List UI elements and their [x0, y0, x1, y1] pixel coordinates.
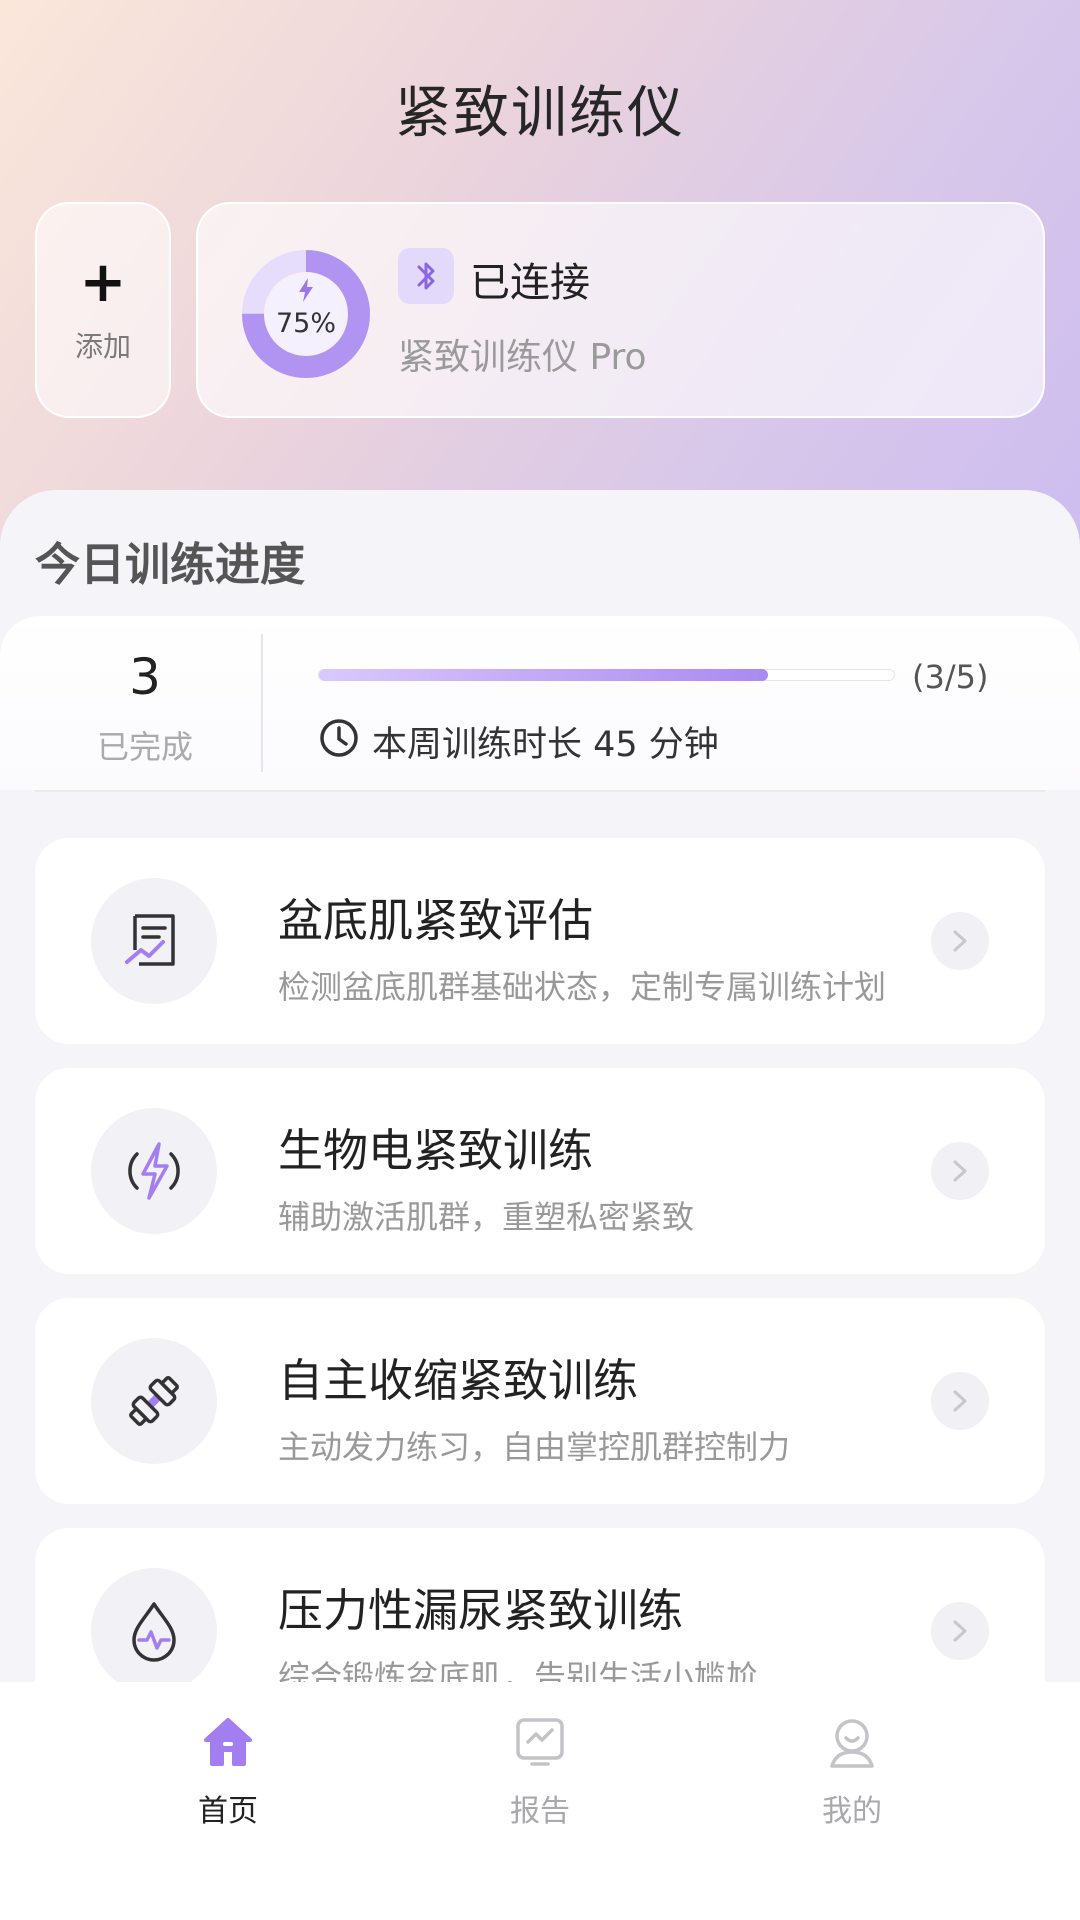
device-card[interactable]: 75% 已连接 紧致训练仪 Pro: [196, 202, 1045, 418]
completed-label: 已完成: [96, 728, 193, 766]
item-title: 盆底肌紧致评估: [278, 894, 594, 947]
list-item-self-contraction[interactable]: 自主收缩紧致训练 主动发力练习，自由掌控肌群控制力: [35, 1298, 1045, 1504]
chevron-right-icon: [931, 1372, 989, 1430]
device-name: 紧致训练仪 Pro: [398, 337, 647, 378]
tab-label: 报告: [510, 1794, 570, 1829]
progress-bar-fill: [319, 669, 768, 681]
lightning-bolt-icon: [91, 1108, 217, 1234]
page-title: 紧致训练仪: [395, 81, 685, 146]
chevron-right-icon: [931, 1142, 989, 1200]
chevron-right-icon: [931, 1602, 989, 1660]
progress-bar: [318, 669, 895, 681]
completed-count: 3: [129, 648, 161, 706]
assessment-chart-icon: [91, 878, 217, 1004]
chevron-right-icon: [931, 912, 989, 970]
tab-profile[interactable]: 我的: [752, 1712, 952, 1830]
item-subtitle: 主动发力练习，自由掌控肌群控制力: [278, 1428, 791, 1466]
tab-label: 首页: [198, 1794, 258, 1829]
tab-report[interactable]: 报告: [440, 1712, 640, 1830]
add-device-label: 添加: [74, 330, 131, 363]
item-title: 压力性漏尿紧致训练: [278, 1584, 684, 1637]
divider: [261, 634, 263, 772]
divider: [35, 790, 1045, 792]
item-subtitle: 检测盆底肌群基础状态，定制专属训练计划: [278, 968, 887, 1006]
water-drop-pulse-icon: [91, 1568, 217, 1694]
battery-percent: 75%: [275, 308, 336, 339]
progress-ratio: (3/5): [912, 658, 989, 696]
bluetooth-icon: [398, 248, 454, 304]
add-device-button[interactable]: + 添加: [35, 202, 171, 418]
list-item-bioelectric[interactable]: 生物电紧致训练 辅助激活肌群，重塑私密紧致: [35, 1068, 1045, 1274]
home-icon: [204, 1718, 252, 1766]
clock-icon: [320, 719, 358, 757]
item-subtitle: 辅助激活肌群，重塑私密紧致: [278, 1198, 695, 1236]
battery-ring: 75%: [242, 250, 370, 378]
profile-icon: [830, 1719, 874, 1768]
item-title: 自主收缩紧致训练: [278, 1354, 639, 1407]
item-title: 生物电紧致训练: [278, 1124, 594, 1177]
section-title: 今日训练进度: [35, 538, 306, 591]
weekly-duration: 本周训练时长 45 分钟: [372, 725, 719, 765]
connection-status: 已连接: [470, 260, 590, 306]
list-item-assessment[interactable]: 盆底肌紧致评估 检测盆底肌群基础状态，定制专属训练计划: [35, 838, 1045, 1044]
tab-label: 我的: [822, 1794, 882, 1829]
tab-home[interactable]: 首页: [128, 1712, 328, 1830]
report-icon: [516, 1718, 564, 1766]
dumbbell-icon: [91, 1338, 217, 1464]
plus-icon: +: [79, 250, 127, 315]
tab-bar: 首页 报告 我的: [0, 1682, 1080, 1920]
lightning-bolt-icon: [299, 278, 313, 302]
